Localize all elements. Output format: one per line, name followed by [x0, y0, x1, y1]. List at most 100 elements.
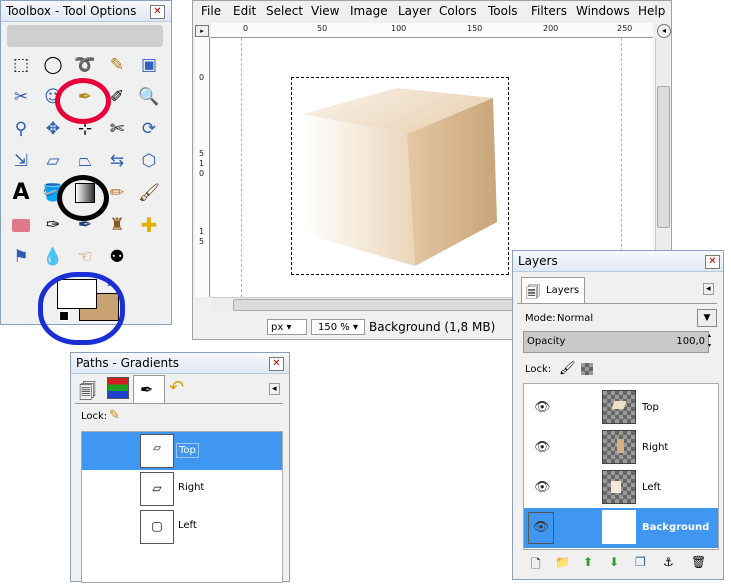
- rotate-icon[interactable]: ⟳: [137, 117, 161, 141]
- scissors-icon[interactable]: ✂: [9, 85, 33, 109]
- path-thumbnail: ▢: [140, 510, 174, 544]
- raise-layer-icon[interactable]: ⬆: [583, 555, 593, 569]
- ellipse-select-icon[interactable]: ◯: [41, 53, 65, 77]
- unit-value: px: [271, 322, 284, 333]
- airbrush-icon[interactable]: ✑: [41, 213, 65, 237]
- close-icon[interactable]: ✕: [150, 5, 165, 19]
- select-by-color-icon[interactable]: ▣: [137, 53, 161, 77]
- ruler-top-50: 50: [317, 24, 328, 33]
- lock-pixels-icon[interactable]: 🖌: [559, 361, 576, 376]
- layer-name: Background: [642, 522, 710, 533]
- ruler-left-label: 0: [199, 73, 205, 82]
- mode-dropdown-button[interactable]: ▼: [697, 309, 717, 327]
- ruler-top-200: 200: [543, 24, 559, 33]
- path-row-top[interactable]: ⏥ Top: [82, 432, 282, 470]
- visibility-eye-icon[interactable]: 👁: [534, 440, 551, 455]
- menu-edit[interactable]: Edit: [233, 4, 256, 18]
- layer-name: Top: [642, 402, 659, 413]
- menu-filters[interactable]: Filters: [531, 4, 567, 18]
- opacity-slider[interactable]: Opacity 100,0: [523, 331, 709, 353]
- rect-select-icon[interactable]: ⬚: [9, 53, 33, 77]
- mode-value: Normal: [557, 313, 594, 324]
- ruler-left-label: 1: [199, 159, 205, 168]
- crop-icon[interactable]: ✄: [105, 117, 129, 141]
- flip-icon[interactable]: ⇆: [105, 149, 129, 173]
- shear-icon[interactable]: ▱: [41, 149, 65, 173]
- heal-icon[interactable]: ✚: [137, 213, 161, 237]
- path-row-left[interactable]: ▢ Left: [82, 508, 282, 546]
- vertical-scrollbar-thumb[interactable]: [657, 86, 670, 228]
- duplicate-layer-icon[interactable]: ❐: [635, 555, 646, 569]
- opacity-stepper[interactable]: ▴ ▾: [708, 331, 716, 351]
- tab-channels-icon[interactable]: [107, 377, 129, 399]
- tab-layers-label: Layers: [546, 285, 580, 296]
- visibility-eye-icon[interactable]: 👁: [528, 512, 554, 544]
- menu-tools[interactable]: Tools: [488, 4, 518, 18]
- tab-layers[interactable]: 🗐 Layers: [521, 277, 585, 304]
- fuzzy-select-icon[interactable]: ✎: [105, 53, 129, 77]
- dodge-burn-icon[interactable]: ⚉: [105, 245, 129, 269]
- visibility-eye-icon[interactable]: 👁: [534, 480, 551, 495]
- layer-group-icon[interactable]: 📁: [555, 555, 570, 569]
- lock-alpha-icon[interactable]: [581, 363, 593, 375]
- perspective-icon[interactable]: ⏢: [73, 149, 97, 173]
- new-layer-icon[interactable]: 🗋: [531, 555, 541, 576]
- layer-thumbnail: [602, 510, 636, 544]
- ruler-top-100: 100: [391, 24, 407, 33]
- ruler-top-0: 0: [243, 24, 249, 33]
- lock-path-icon[interactable]: ✎: [109, 408, 120, 423]
- paths-titlebar: Paths - Gradients ✕: [71, 353, 289, 374]
- layer-row-background[interactable]: 👁 Background: [524, 508, 718, 548]
- close-icon[interactable]: ✕: [269, 357, 284, 371]
- wilber-banner: [7, 25, 163, 47]
- scale-icon[interactable]: ⇲: [9, 149, 33, 173]
- layers-list: 👁 Top 👁 Right 👁 Left 👁 Background: [523, 383, 719, 550]
- opacity-value: 100,0: [676, 336, 705, 347]
- smudge-icon[interactable]: ☜: [73, 245, 97, 269]
- measure-icon[interactable]: ⚲: [9, 117, 33, 141]
- menu-select[interactable]: Select: [266, 4, 303, 18]
- configure-tab-icon[interactable]: ◂: [269, 383, 280, 395]
- opacity-label: Opacity: [527, 336, 566, 347]
- cube-left-face: [303, 114, 415, 266]
- zoom-select[interactable]: 150 % ▾: [311, 319, 365, 335]
- lower-layer-icon[interactable]: ⬇: [609, 555, 619, 569]
- layers-titlebar: Layers ✕: [513, 251, 723, 272]
- menu-layer[interactable]: Layer: [398, 4, 431, 18]
- layers-window: Layers ✕ 🗐 Layers ◂ Mode: Normal ▼ Opaci…: [512, 250, 724, 580]
- paths-tab-border: [75, 403, 283, 404]
- tab-paths[interactable]: ✒: [133, 375, 165, 404]
- lock-label: Lock:: [81, 411, 108, 422]
- zoom-icon[interactable]: 🔍: [137, 85, 161, 109]
- perspective-clone-icon[interactable]: ⚑: [9, 245, 33, 269]
- menu-help[interactable]: Help: [638, 4, 665, 18]
- delete-layer-icon[interactable]: 🗑: [691, 555, 706, 569]
- text-icon[interactable]: A: [9, 181, 33, 205]
- configure-tab-icon[interactable]: ◂: [703, 283, 714, 295]
- layer-row-left[interactable]: 👁 Left: [524, 468, 718, 508]
- menu-view[interactable]: View: [311, 4, 339, 18]
- eraser-icon[interactable]: [9, 213, 33, 237]
- menu-image[interactable]: Image: [350, 4, 388, 18]
- ruler-top-250: 250: [617, 24, 633, 33]
- menu-file[interactable]: File: [201, 4, 221, 18]
- layer-row-top[interactable]: 👁 Top: [524, 388, 718, 428]
- clone-icon[interactable]: ♜: [105, 213, 129, 237]
- quick-mask-corner[interactable]: ▸: [195, 25, 209, 37]
- blur-icon[interactable]: 💧: [41, 245, 65, 269]
- menu-windows[interactable]: Windows: [576, 4, 630, 18]
- unit-select[interactable]: px ▾: [267, 319, 307, 335]
- close-icon[interactable]: ✕: [705, 255, 720, 269]
- tab-undo-icon[interactable]: ↶: [169, 377, 184, 398]
- visibility-eye-icon[interactable]: 👁: [534, 400, 551, 415]
- free-select-icon[interactable]: ➰: [73, 53, 97, 77]
- path-row-right[interactable]: ▱ Right: [82, 470, 282, 508]
- paintbrush-icon[interactable]: 🖌: [137, 181, 161, 205]
- menubar: File Edit Select View Image Layer Colors…: [193, 1, 669, 21]
- anchor-layer-icon[interactable]: ⚓: [663, 555, 674, 569]
- navigate-icon[interactable]: ◂: [657, 24, 671, 38]
- layer-row-right[interactable]: 👁 Right: [524, 428, 718, 468]
- cage-transform-icon[interactable]: ⬡: [137, 149, 161, 173]
- menu-colors[interactable]: Colors: [439, 4, 477, 18]
- move-icon[interactable]: ✥: [41, 117, 65, 141]
